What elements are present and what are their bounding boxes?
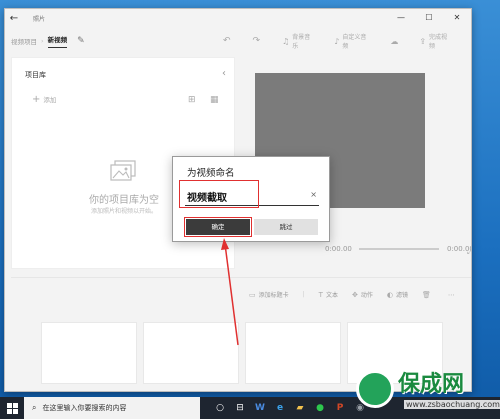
cloud-icon-button[interactable]: ☁ <box>390 37 401 46</box>
finish-video-label: 完成视频 <box>429 34 448 50</box>
current-time: 0:00.00 <box>325 245 352 253</box>
video-name-input[interactable]: 视频截取 × <box>179 180 319 208</box>
storyboard-toolbar: ▭ 添加标题卡 | T 文本 ✥ 动作 ◐ 滤镜 🗑 ⋯ <box>249 290 471 300</box>
watermark-url: www.zsbaochuang.com <box>404 400 500 409</box>
file-explorer-icon[interactable]: ▰ <box>290 397 310 419</box>
close-button[interactable]: ✕ <box>443 9 471 27</box>
fullscreen-icon[interactable]: ⤢ <box>467 247 471 257</box>
motion-label: 动作 <box>360 292 373 299</box>
maximize-button[interactable]: ☐ <box>415 9 443 27</box>
wechat-app-icon[interactable]: ● <box>310 397 330 419</box>
delete-icon[interactable]: 🗑 <box>422 291 434 299</box>
library-title: 项目库 <box>25 71 46 79</box>
rename-pencil-icon[interactable]: ✎ <box>77 36 85 46</box>
clear-input-icon[interactable]: × <box>310 190 317 199</box>
video-name-value: 视频截取 <box>187 193 227 204</box>
collapse-chevron-icon[interactable]: ‹ <box>222 68 226 79</box>
plus-icon: + <box>32 94 41 105</box>
search-placeholder: 在这里输入你要搜索的内容 <box>42 404 127 412</box>
watermark-shield-logo <box>356 370 394 408</box>
cloud-icon: ☁ <box>390 36 399 46</box>
filter-icon: ◐ <box>386 290 393 299</box>
grid-view-icon[interactable]: ⊞ <box>188 95 196 105</box>
add-title-card-label: 添加标题卡 <box>258 292 289 299</box>
redo-icon[interactable]: ↷ <box>253 36 261 46</box>
add-title-card-button[interactable]: ▭ 添加标题卡 <box>249 290 289 300</box>
storyboard-divider: | <box>302 291 305 298</box>
filters-button[interactable]: ◐ 滤镜 <box>386 290 408 300</box>
window-controls: — ☐ ✕ <box>387 9 471 27</box>
breadcrumb-video-projects[interactable]: 视频项目 <box>11 36 37 46</box>
text-label: 文本 <box>325 292 338 299</box>
title-card-icon: ▭ <box>249 290 256 299</box>
photos-placeholder-icon <box>110 160 136 181</box>
start-button[interactable] <box>0 397 24 419</box>
pinned-apps: ○ ⊟ W e ▰ ● P ◉ <box>210 397 370 419</box>
list-view-icon[interactable]: ▦ <box>210 95 219 105</box>
word-app-icon[interactable]: W <box>250 397 270 419</box>
storyboard-slot[interactable] <box>41 322 137 384</box>
dialog-title: 为视频命名 <box>187 168 235 179</box>
watermark-title: 保成网 <box>398 372 465 397</box>
title-bar: ← 照片 — ☐ ✕ <box>5 9 471 27</box>
seek-bar[interactable] <box>359 248 439 250</box>
add-media-label: 添加 <box>43 96 57 104</box>
filters-label: 滤镜 <box>395 292 408 299</box>
back-arrow-icon[interactable]: ← <box>5 13 23 24</box>
name-video-dialog: 为视频命名 视频截取 × 确定 跳过 <box>172 156 330 242</box>
project-toolbar: 视频项目 › 新视频 ✎ ↶ ↷ ♫ 背景音乐 ♪ 自定义音频 ☁ ⇪ 完成视频 <box>5 27 471 55</box>
custom-audio-label: 自定义音频 <box>342 34 367 50</box>
breadcrumb-current-project: 新视频 <box>47 34 68 48</box>
text-button[interactable]: T 文本 <box>318 290 338 300</box>
minimize-button[interactable]: — <box>387 9 415 27</box>
more-options-icon[interactable]: ⋯ <box>448 291 458 299</box>
custom-audio-button[interactable]: ♪ 自定义音频 <box>334 32 372 50</box>
playback-controls: 0:00.00 0:00.00 <box>325 243 471 255</box>
site-watermark: 保成网 www.zsbaochuang.com <box>354 360 500 419</box>
music-note-icon: ♫ <box>282 36 290 46</box>
motion-icon: ✥ <box>351 290 358 299</box>
powerpoint-app-icon[interactable]: P <box>330 397 350 419</box>
toolbar-actions: ↶ ↷ ♫ 背景音乐 ♪ 自定义音频 ☁ ⇪ 完成视频 <box>223 27 471 55</box>
windows-logo-icon <box>6 402 18 414</box>
finish-video-button[interactable]: ⇪ 完成视频 <box>419 32 453 50</box>
taskbar-search-box[interactable]: ⌕ 在这里输入你要搜索的内容 <box>24 397 200 419</box>
background-music-button[interactable]: ♫ 背景音乐 <box>282 32 316 50</box>
text-icon: T <box>318 290 323 299</box>
export-icon: ⇪ <box>419 36 427 46</box>
ok-button[interactable]: 确定 <box>184 217 252 237</box>
task-view-icon[interactable]: ○ <box>210 397 230 419</box>
add-media-button[interactable]: + 添加 <box>32 94 56 105</box>
undo-icon[interactable]: ↶ <box>223 36 231 46</box>
skip-button[interactable]: 跳过 <box>254 219 318 235</box>
edge-browser-icon[interactable]: e <box>270 397 290 419</box>
motion-button[interactable]: ✥ 动作 <box>351 290 373 300</box>
background-music-label: 背景音乐 <box>292 34 311 50</box>
app-title: 照片 <box>33 15 46 23</box>
task-view-grid-icon[interactable]: ⊟ <box>230 397 250 419</box>
search-icon: ⌕ <box>32 403 37 412</box>
storyboard-slot[interactable] <box>245 322 341 384</box>
breadcrumb-separator: › <box>41 37 44 45</box>
storyboard-slot[interactable] <box>143 322 239 384</box>
audio-icon: ♪ <box>334 36 340 46</box>
